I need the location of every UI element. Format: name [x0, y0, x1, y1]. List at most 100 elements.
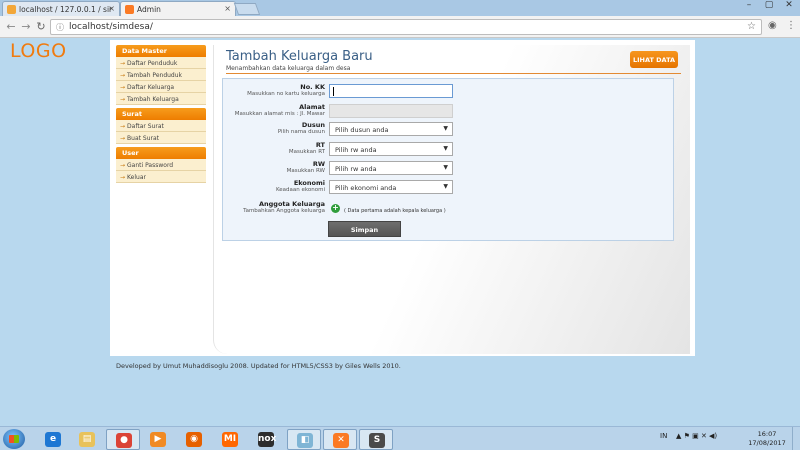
dusun-label: Dusun	[301, 121, 325, 129]
no-kk-label: No. KK	[300, 83, 325, 91]
taskbar-app-media-player[interactable]: ▶	[141, 429, 175, 450]
reload-icon[interactable]: ↻	[34, 20, 48, 33]
arrow-icon: →	[120, 162, 126, 169]
tray-icons[interactable]: ▲ ⚑ ▣ ✕ ◀)	[676, 432, 717, 440]
forward-icon[interactable]: →	[19, 20, 33, 33]
no-kk-hint: Masukkan no kartu keluarga	[247, 91, 325, 97]
dusun-select[interactable]: Pilih dusun anda ▼	[329, 122, 453, 136]
taskbar-app-xampp[interactable]: ✕	[323, 429, 357, 450]
sidebar-item-label: Daftar Surat	[127, 123, 164, 130]
address-text: localhost/simdesa/	[69, 22, 153, 32]
clock-date: 17/08/2017	[748, 439, 786, 447]
taskbar-app-nox-player[interactable]: nox	[249, 429, 283, 450]
media-player-icon: ▶	[150, 432, 166, 447]
clock[interactable]: 16:07 17/08/2017	[748, 430, 786, 448]
maximize-icon[interactable]: ▢	[760, 0, 778, 10]
text-caret	[333, 87, 334, 96]
arrow-icon: →	[120, 96, 126, 103]
clock-time: 16:07	[757, 430, 777, 438]
xampp-icon: ✕	[333, 433, 349, 448]
add-member-icon[interactable]: +	[331, 204, 340, 213]
site-logo: LOGO	[10, 40, 67, 62]
show-desktop-button[interactable]	[792, 427, 800, 450]
back-icon[interactable]: ←	[4, 20, 18, 33]
browser-tab-strip: localhost / 127.0.0.1 / sir × Admin × – …	[0, 0, 800, 16]
rw-label: RW	[312, 160, 325, 168]
taskbar-app-internet-explorer[interactable]: e	[36, 429, 70, 450]
address-bar[interactable]: ⓘ localhost/simdesa/ ☆	[50, 19, 762, 35]
sidebar-item-label: Tambah Keluarga	[127, 96, 179, 103]
chrome-icon: ●	[116, 433, 132, 448]
browser-tab-admin[interactable]: Admin ×	[120, 1, 236, 16]
taskbar-app-sublime-text[interactable]: S	[359, 429, 393, 450]
taskbar-app-folder-app[interactable]: ◧	[287, 429, 321, 450]
rt-label: RT	[315, 141, 325, 149]
browser-toolbar: ← → ↻ ⓘ localhost/simdesa/ ☆ ◉ ⋮	[0, 16, 800, 38]
arrow-icon: →	[120, 72, 126, 79]
taskbar-app-firefox[interactable]: ◉	[177, 429, 211, 450]
nox-player-icon: nox	[258, 432, 276, 447]
file-explorer-icon: ▤	[79, 432, 95, 447]
browser-menu-icon[interactable]: ⋮	[786, 20, 796, 31]
close-window-icon[interactable]: ✕	[780, 0, 798, 10]
dusun-hint: Pilih nama dusun	[277, 129, 325, 135]
anggota-label-group: Anggota Keluarga Tambahkan Anggota kelua…	[185, 200, 325, 214]
tab-title: Admin	[137, 5, 161, 14]
alamat-input[interactable]	[329, 104, 453, 118]
alamat-label-group: Alamat Masukkan alamat mis : Jl. Mawar	[185, 103, 325, 117]
arrow-icon: →	[120, 135, 126, 142]
taskbar-app-chrome[interactable]: ●	[106, 429, 140, 450]
arrow-icon: →	[120, 123, 126, 130]
title-divider	[226, 73, 681, 74]
browser-tab-phpmyadmin[interactable]: localhost / 127.0.0.1 / sir ×	[2, 1, 120, 16]
tab-close-icon[interactable]: ×	[108, 4, 115, 13]
rt-selected-value: Pilih rw anda	[335, 146, 377, 154]
rt-label-group: RT Masukkan RT	[185, 141, 325, 155]
dusun-selected-value: Pilih dusun anda	[335, 126, 389, 134]
extension-icon[interactable]: ◉	[768, 20, 777, 31]
sublime-text-icon: S	[369, 433, 385, 448]
alamat-hint: Masukkan alamat mis : Jl. Mawar	[234, 111, 325, 117]
page-subtitle: Menambahkan data keluarga dalam desa	[226, 65, 351, 72]
tab-close-icon[interactable]: ×	[224, 4, 231, 13]
sidebar-item-label: Tambah Penduduk	[127, 72, 183, 79]
page-footer: Developed by Umut Muhaddisoglu 2008. Upd…	[116, 362, 401, 370]
simpan-button[interactable]: Simpan	[328, 221, 401, 237]
rt-hint: Masukkan RT	[288, 149, 325, 155]
firefox-icon: ◉	[186, 432, 202, 447]
anggota-label: Anggota Keluarga	[258, 200, 325, 208]
no-kk-input[interactable]	[329, 84, 453, 98]
xampp-favicon-icon	[125, 5, 134, 14]
sidebar-item-label: Buat Surat	[127, 135, 159, 142]
start-button[interactable]	[3, 429, 25, 449]
page-title: Tambah Keluarga Baru	[226, 49, 373, 64]
chevron-down-icon: ▼	[443, 145, 448, 152]
sidebar-section-data-master: Data Master	[116, 45, 206, 57]
arrow-icon: →	[120, 60, 126, 67]
rt-select[interactable]: Pilih rw anda ▼	[329, 142, 453, 156]
rw-selected-value: Pilih rw anda	[335, 165, 377, 173]
site-info-icon[interactable]: ⓘ	[56, 22, 64, 33]
taskbar-app-file-explorer[interactable]: ▤	[70, 429, 104, 450]
phpmyadmin-favicon-icon	[7, 5, 16, 14]
rw-hint: Masukkan RW	[286, 168, 325, 174]
ekonomi-select[interactable]: Pilih ekonomi anda ▼	[329, 180, 453, 194]
anggota-hint: Tambahkan Anggota keluarga	[243, 208, 325, 214]
taskbar-app-mi-app[interactable]: MI	[213, 429, 247, 450]
language-indicator[interactable]: IN	[660, 432, 667, 440]
folder-app-icon: ◧	[297, 433, 313, 448]
new-tab-button[interactable]	[233, 3, 261, 15]
arrow-icon: →	[120, 84, 126, 91]
lihat-data-button[interactable]: LIHAT DATA	[630, 51, 678, 68]
sidebar-item-tambah-penduduk[interactable]: → Tambah Penduduk	[116, 69, 206, 81]
alamat-label: Alamat	[299, 103, 325, 111]
rw-label-group: RW Masukkan RW	[185, 160, 325, 174]
anggota-note: ( Data pertama adalah kepala keluarga )	[344, 208, 446, 214]
rw-select[interactable]: Pilih rw anda ▼	[329, 161, 453, 175]
sidebar-item-daftar-penduduk[interactable]: → Daftar Penduduk	[116, 57, 206, 69]
internet-explorer-icon: e	[45, 432, 61, 447]
minimize-icon[interactable]: –	[740, 0, 758, 10]
mi-app-icon: MI	[222, 432, 238, 447]
taskbar: e ▤ ● ▶ ◉ MI nox ◧ ✕ S IN ▲ ⚑ ▣ ✕ ◀) 16:07 17/08/…	[0, 426, 800, 450]
bookmark-star-icon[interactable]: ☆	[747, 21, 756, 32]
